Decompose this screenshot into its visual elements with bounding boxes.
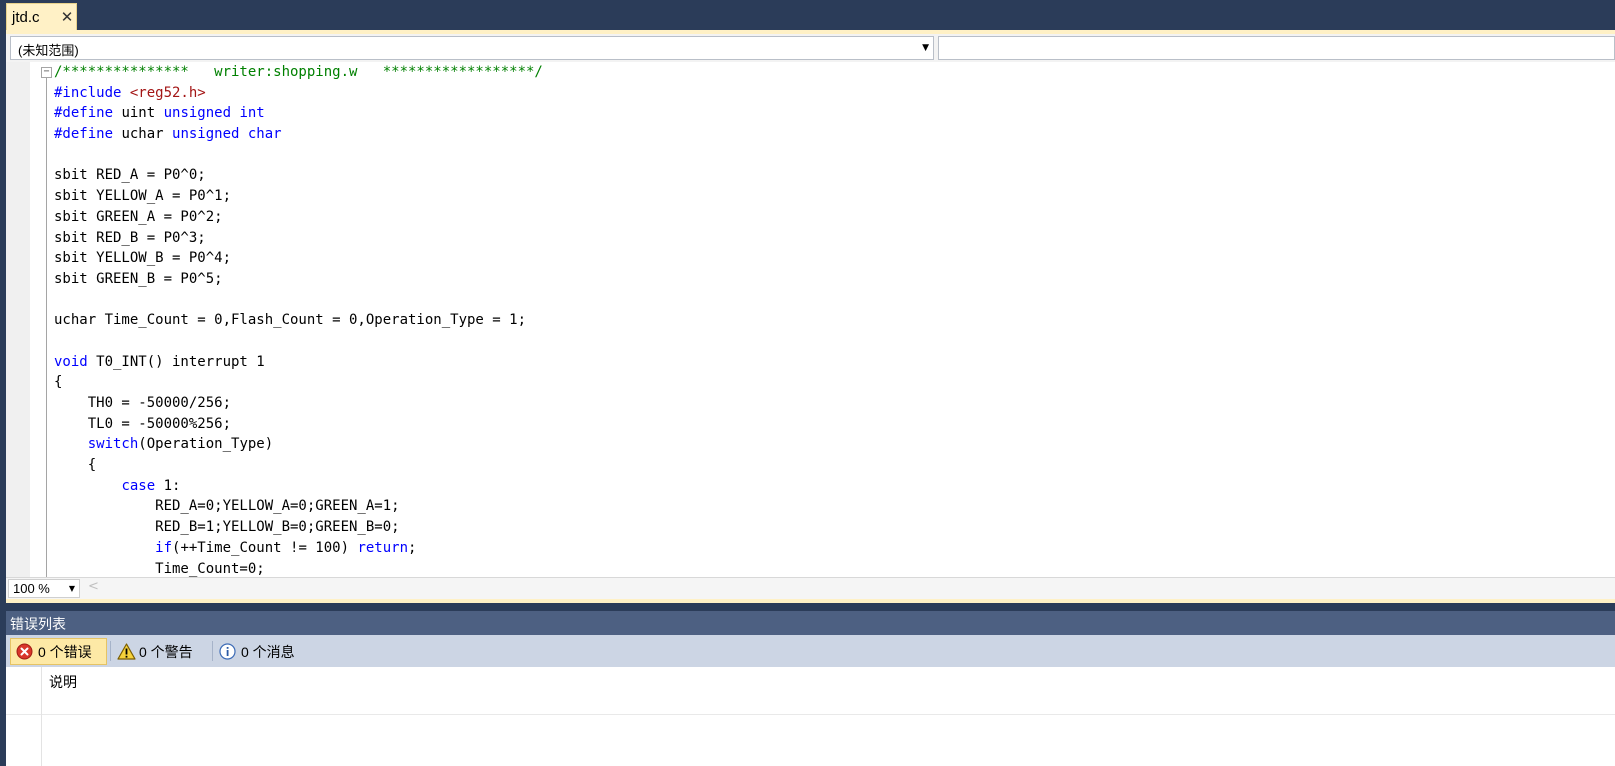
code-line[interactable]: { — [54, 455, 543, 476]
scope-dropdown[interactable]: (未知范围) ▼ — [10, 36, 934, 60]
warning-icon — [117, 643, 136, 660]
navigation-bar: (未知范围) ▼ — [6, 34, 1615, 62]
code-line[interactable]: sbit RED_A = P0^0; — [54, 165, 543, 186]
code-token-keyword: #define — [54, 105, 122, 122]
code-token-keyword: return — [357, 539, 409, 556]
code-line[interactable]: Time_Count=0; — [54, 559, 543, 578]
code-token-plain: T0_INT() interrupt 1 — [87, 353, 265, 370]
messages-filter-label: 0 个消息 — [241, 643, 295, 660]
column-header-description[interactable]: 说明 — [49, 672, 77, 692]
errors-filter-button[interactable]: 0 个错误 — [10, 638, 107, 665]
toolbar-separator — [212, 641, 213, 661]
code-text[interactable]: /*************** writer:shopping.w *****… — [54, 62, 543, 577]
code-line[interactable]: void T0_INT() interrupt 1 — [54, 352, 543, 373]
code-line[interactable]: RED_A=0;YELLOW_A=0;GREEN_A=1; — [54, 496, 543, 517]
editor-bottom-accent — [6, 599, 1615, 603]
code-token-keyword: void — [54, 353, 88, 370]
code-token-plain: 1: — [155, 477, 181, 494]
code-line[interactable] — [54, 145, 543, 166]
code-line[interactable]: case 1: — [54, 476, 543, 497]
code-token-keyword: unsigned char — [172, 126, 282, 143]
code-line[interactable]: sbit GREEN_B = P0^5; — [54, 269, 543, 290]
warnings-filter-button[interactable]: 0 个警告 — [112, 638, 210, 665]
tab-label: jtd.c — [12, 8, 40, 26]
code-token-plain: RED_B=1;YELLOW_B=0;GREEN_B=0; — [54, 519, 400, 536]
code-line[interactable]: if(++Time_Count != 100) return; — [54, 538, 543, 559]
code-token-plain: { — [54, 457, 97, 474]
code-line[interactable]: RED_B=1;YELLOW_B=0;GREEN_B=0; — [54, 517, 543, 538]
error-list-icon-column — [6, 667, 42, 766]
errors-filter-label: 0 个错误 — [38, 643, 92, 660]
code-token-string: <reg52.h> — [129, 84, 206, 101]
code-token-plain: uchar Time_Count = 0,Flash_Count = 0,Ope… — [54, 312, 527, 329]
code-line[interactable] — [54, 331, 543, 352]
code-token-keyword: #define — [54, 126, 122, 143]
messages-filter-button[interactable]: 0 个消息 — [214, 638, 314, 665]
code-token-plain: TL0 = -50000%256; — [54, 415, 232, 432]
code-token-plain: sbit RED_B = P0^3; — [54, 229, 206, 246]
code-token-keyword: switch — [87, 436, 139, 453]
info-icon — [219, 643, 236, 660]
code-token-plain: sbit RED_A = P0^0; — [54, 167, 206, 184]
code-token-keyword: unsigned int — [163, 105, 265, 122]
code-line[interactable] — [54, 290, 543, 311]
editor-status-bar: 100 % ▼ < — [6, 577, 1615, 599]
member-dropdown[interactable] — [938, 36, 1615, 60]
error-list-toolbar: 0 个错误 0 个警告 0 个消息 — [6, 635, 1615, 667]
code-token-plain: RED_A=0;YELLOW_A=0;GREEN_A=1; — [54, 498, 400, 515]
code-line[interactable]: switch(Operation_Type) — [54, 434, 543, 455]
code-token-plain: ; — [408, 539, 417, 556]
code-line[interactable]: #define uchar unsigned char — [54, 124, 543, 145]
warnings-filter-label: 0 个警告 — [139, 643, 193, 660]
scroll-left-arrow[interactable]: < — [88, 579, 99, 594]
code-token-plain: uchar — [121, 126, 173, 143]
code-line[interactable]: uchar Time_Count = 0,Flash_Count = 0,Ope… — [54, 310, 543, 331]
scope-value: (未知范围) — [18, 43, 79, 58]
code-token-plain: uint — [121, 105, 164, 122]
code-line[interactable]: sbit RED_B = P0^3; — [54, 228, 543, 249]
dropdown-arrow-icon[interactable]: ▼ — [69, 582, 75, 596]
code-line[interactable]: TH0 = -50000/256; — [54, 393, 543, 414]
code-token-plain: sbit GREEN_A = P0^2; — [54, 208, 223, 225]
indicator-margin[interactable] — [6, 62, 30, 577]
error-list-title: 错误列表 — [10, 616, 66, 632]
document-tab-bar: jtd.c ✕ — [0, 0, 1615, 30]
code-editor[interactable]: − /*************** writer:shopping.w ***… — [6, 62, 1615, 577]
code-line[interactable]: #define uint unsigned int — [54, 103, 543, 124]
code-token-plain: TH0 = -50000/256; — [54, 395, 232, 411]
code-token-plain: (Operation_Type) — [138, 436, 274, 453]
code-line[interactable]: { — [54, 372, 543, 393]
code-token-plain: sbit GREEN_B = P0^5; — [54, 270, 223, 287]
error-list-header: 说明 — [6, 667, 1615, 715]
zoom-value: 100 % — [13, 581, 50, 596]
outline-fold-line — [46, 72, 47, 577]
code-token-plain: Time_Count=0; — [54, 560, 265, 577]
error-list-grid[interactable]: 说明 — [6, 667, 1615, 766]
error-icon — [16, 643, 33, 660]
code-line[interactable]: TL0 = -50000%256; — [54, 414, 543, 435]
code-token-plain: { — [54, 374, 63, 391]
code-line[interactable]: sbit YELLOW_A = P0^1; — [54, 186, 543, 207]
fold-toggle-icon[interactable]: − — [41, 67, 52, 78]
toolbar-separator — [110, 641, 111, 661]
dropdown-arrow-icon[interactable]: ▼ — [922, 40, 929, 56]
code-token-keyword: case — [121, 477, 156, 494]
tab-jtd-c[interactable]: jtd.c ✕ — [6, 3, 77, 30]
code-token-comment: /*************** writer:shopping.w *****… — [54, 64, 543, 80]
code-token-keyword: #include — [54, 84, 130, 101]
code-token-plain: sbit YELLOW_A = P0^1; — [54, 188, 232, 205]
zoom-dropdown[interactable]: 100 % ▼ — [8, 579, 80, 598]
code-line[interactable]: sbit GREEN_A = P0^2; — [54, 207, 543, 228]
code-line[interactable]: sbit YELLOW_B = P0^4; — [54, 248, 543, 269]
code-line[interactable]: /*************** writer:shopping.w *****… — [54, 62, 543, 83]
code-token-keyword: if — [155, 539, 173, 556]
code-line[interactable]: #include <reg52.h> — [54, 83, 543, 104]
error-list-title-bar[interactable]: 错误列表 — [6, 611, 1615, 635]
close-icon[interactable]: ✕ — [59, 8, 75, 26]
code-token-plain: (++Time_Count != 100) — [172, 539, 358, 556]
code-token-plain: sbit YELLOW_B = P0^4; — [54, 250, 232, 267]
